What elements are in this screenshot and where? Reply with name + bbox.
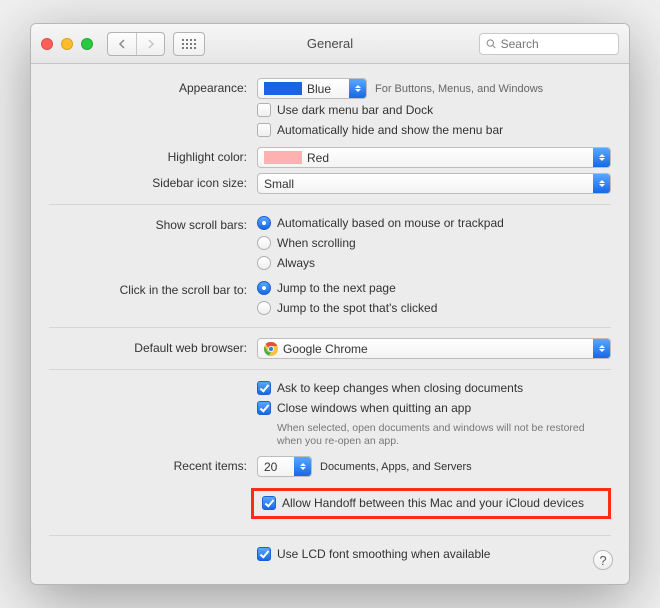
sidebar-size-label: Sidebar icon size: (49, 173, 257, 190)
highlight-annotation: Allow Handoff between this Mac and your … (251, 488, 611, 519)
highlight-label: Highlight color: (49, 147, 257, 164)
click-next-radio[interactable]: Jump to the next page (257, 280, 611, 297)
close-windows-hint: When selected, open documents and window… (277, 422, 597, 448)
red-swatch-icon (264, 151, 302, 164)
highlight-color-select[interactable]: Red (257, 147, 611, 168)
appearance-label: Appearance: (49, 78, 257, 95)
scroll-always-radio[interactable]: Always (257, 255, 611, 272)
browser-value: Google Chrome (283, 342, 368, 356)
general-preferences-window: General Appearance: Blue For Buttons, Me… (30, 23, 630, 585)
chevron-updown-icon (593, 148, 610, 167)
autohide-menu-checkbox[interactable]: Automatically hide and show the menu bar (257, 122, 611, 139)
blue-swatch-icon (264, 82, 302, 95)
scroll-auto-radio[interactable]: Automatically based on mouse or trackpad (257, 215, 611, 232)
sidebar-size-value: Small (264, 177, 294, 191)
show-all-button[interactable] (173, 32, 205, 56)
titlebar: General (31, 24, 629, 64)
chevron-updown-icon (593, 174, 610, 193)
recent-items-value: 20 (264, 460, 277, 474)
search-field[interactable] (479, 33, 619, 55)
recent-items-label: Recent items: (49, 456, 257, 473)
appearance-select[interactable]: Blue (257, 78, 367, 99)
scrollbars-label: Show scroll bars: (49, 215, 257, 232)
divider (49, 204, 611, 205)
close-window-button[interactable] (41, 38, 53, 50)
help-button[interactable]: ? (593, 550, 613, 570)
lcd-font-smoothing-checkbox[interactable]: Use LCD font smoothing when available (257, 546, 611, 563)
click-spot-radio[interactable]: Jump to the spot that's clicked (257, 300, 611, 317)
chevron-updown-icon (593, 339, 610, 358)
minimize-window-button[interactable] (61, 38, 73, 50)
scroll-when-radio[interactable]: When scrolling (257, 235, 611, 252)
chevron-updown-icon (349, 79, 366, 98)
appearance-hint: For Buttons, Menus, and Windows (375, 83, 543, 95)
clickbar-label: Click in the scroll bar to: (49, 280, 257, 297)
chrome-icon (264, 342, 278, 356)
dark-menu-checkbox[interactable]: Use dark menu bar and Dock (257, 102, 611, 119)
zoom-window-button[interactable] (81, 38, 93, 50)
ask-changes-checkbox[interactable]: Ask to keep changes when closing documen… (257, 380, 611, 397)
default-browser-select[interactable]: Google Chrome (257, 338, 611, 359)
divider (49, 535, 611, 536)
search-icon (486, 38, 497, 50)
recent-items-suffix: Documents, Apps, and Servers (320, 461, 472, 473)
nav-back-forward (107, 32, 165, 56)
forward-button[interactable] (136, 33, 164, 55)
sidebar-size-select[interactable]: Small (257, 173, 611, 194)
back-button[interactable] (108, 33, 136, 55)
highlight-value: Red (307, 151, 329, 165)
search-input[interactable] (501, 37, 612, 51)
handoff-checkbox[interactable]: Allow Handoff between this Mac and your … (262, 495, 600, 512)
recent-items-select[interactable]: 20 (257, 456, 312, 477)
divider (49, 369, 611, 370)
close-windows-checkbox[interactable]: Close windows when quitting an app (257, 400, 611, 417)
window-controls (41, 38, 93, 50)
content-area: Appearance: Blue For Buttons, Menus, and… (31, 64, 629, 584)
chevron-updown-icon (294, 457, 311, 476)
browser-label: Default web browser: (49, 338, 257, 355)
appearance-value: Blue (307, 82, 331, 96)
divider (49, 327, 611, 328)
